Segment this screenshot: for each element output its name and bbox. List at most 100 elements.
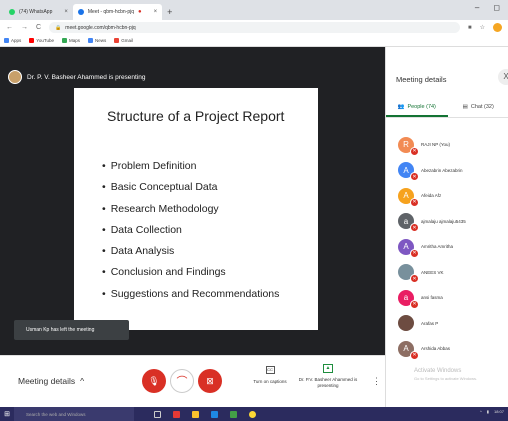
maps-icon <box>61 38 67 43</box>
list-item[interactable]: a ✕ ansi fasma <box>386 285 508 311</box>
mic-muted-icon: ✕ <box>410 248 419 258</box>
lock-icon: 🔒 <box>55 24 62 31</box>
browser-tab-bar: (74) WhatsApp × Meet - qbm-hcbn-pjq ● × … <box>0 0 508 20</box>
profile-avatar[interactable] <box>493 23 502 32</box>
participant-name: ajmalaju ajmalaju5435 <box>421 218 466 224</box>
list-item[interactable]: A ✕ Afeida Afz <box>386 183 508 209</box>
url-input[interactable]: 🔒 meet.google.com/qbm-hcbn-pjq <box>49 22 460 33</box>
chat-icon: ▤ <box>462 104 468 110</box>
tray-chevron-icon[interactable]: ^ <box>480 409 482 414</box>
list-item[interactable]: ✕ ANEES VK <box>386 260 508 286</box>
close-tab-icon[interactable]: × <box>64 9 68 15</box>
star-icon[interactable]: ☆ <box>480 24 485 31</box>
mic-muted-icon: ✕ <box>410 274 419 284</box>
network-icon[interactable]: ▮ <box>487 409 489 414</box>
window-controls: – ◻ <box>475 3 500 12</box>
people-icon: 👥 <box>397 104 405 110</box>
taskbar-apps <box>154 410 256 418</box>
tab-label: Meet - qbm-hcbn-pjq <box>87 9 135 15</box>
tab-people-label: People (74) <box>407 104 436 110</box>
mic-toggle-button[interactable]: 🎙 <box>142 369 166 393</box>
tab-chat[interactable]: ▤ Chat (32) <box>448 104 508 117</box>
recording-icon: ● <box>138 9 142 15</box>
avatar: ✕ <box>398 264 419 284</box>
mic-muted-icon: ✕ <box>410 197 419 207</box>
restore-button[interactable]: ◻ <box>493 3 500 12</box>
bullet-item: Suggestions and Recommendations <box>102 284 280 305</box>
new-tab-button[interactable]: + <box>162 4 177 20</box>
tab-meet[interactable]: Meet - qbm-hcbn-pjq ● × <box>72 4 163 20</box>
bullet-item: Basic Conceptual Data <box>102 177 279 198</box>
presentation-stage: Dr. P. V. Basheer Ahammed is presenting … <box>0 47 385 355</box>
gmail-icon <box>114 38 120 43</box>
camera-indicator-icon[interactable]: ■ <box>468 25 472 31</box>
participant-name: ANEES VK <box>421 269 444 275</box>
task-view-icon[interactable] <box>154 410 161 418</box>
minimize-button[interactable]: – <box>475 3 479 12</box>
tab-people[interactable]: 👥 People (74) <box>386 104 448 117</box>
present-button[interactable]: ▲ Dr. P.V. Basheer Ahammed is presenting <box>297 364 359 389</box>
shared-slide: Structure of a Project Report Problem De… <box>74 88 318 330</box>
mic-muted-icon: ✕ <box>410 146 419 156</box>
edge-icon[interactable] <box>211 410 218 418</box>
whatsapp-icon <box>9 9 15 15</box>
captions-label: Turn on captions <box>253 379 287 384</box>
apps-icon <box>4 38 9 43</box>
presenter-header: Dr. P. V. Basheer Ahammed is presenting <box>8 70 146 84</box>
mic-off-icon: 🎙 <box>148 375 160 386</box>
chrome-icon[interactable] <box>249 410 256 418</box>
present-label: Dr. P.V. Basheer Ahammed is presenting <box>298 377 358 388</box>
participant-name: RAJI NP (You) <box>421 142 451 148</box>
meeting-details-label: Meeting details <box>18 376 76 386</box>
camera-toggle-button[interactable]: ⊠ <box>198 369 222 393</box>
participant-name: Afeida Afz <box>421 193 442 199</box>
reload-button[interactable]: C <box>36 24 41 31</box>
panel-title: Meeting details <box>396 75 447 84</box>
bookmarks-bar: Apps YouTube Maps News Gmail <box>0 35 508 47</box>
chevron-up-icon: ^ <box>80 376 85 386</box>
bullet-item: Data Analysis <box>102 241 279 262</box>
bookmark-youtube[interactable]: YouTube <box>29 38 54 43</box>
bookmark-maps[interactable]: Maps <box>61 38 80 43</box>
tab-label: (74) WhatsApp <box>19 9 53 15</box>
participant-name: Arafas P <box>421 320 439 326</box>
windows-start-icon[interactable]: ⊞ <box>0 407 14 421</box>
forward-button[interactable]: → <box>21 24 28 31</box>
bookmark-news[interactable]: News <box>87 38 106 43</box>
present-screen-icon: ▲ <box>323 364 333 373</box>
mic-muted-icon: ✕ <box>410 223 419 233</box>
participant-name: Abezabrin Abezabrin <box>421 167 463 173</box>
bullet-item: Data Collection <box>102 220 279 241</box>
youtube-icon <box>29 38 35 43</box>
list-item[interactable]: A ✕ Amritha Amritha <box>386 234 508 260</box>
meet-icon <box>77 9 84 15</box>
list-item[interactable]: A ✕ Arshida Abbas <box>386 336 508 362</box>
tab-whatsapp[interactable]: (74) WhatsApp × <box>4 4 73 20</box>
clock[interactable]: 18:07 <box>494 409 504 414</box>
list-item[interactable]: a ✕ ajmalaju ajmalaju5435 <box>386 209 508 235</box>
avatar: A ✕ <box>398 340 419 360</box>
back-button[interactable]: ← <box>6 24 13 31</box>
slide-title: Structure of a Project Report <box>107 108 285 124</box>
close-tab-icon[interactable]: × <box>154 9 158 15</box>
presenter-avatar <box>8 70 22 84</box>
taskbar-search[interactable]: Search the web and Windows <box>14 407 134 421</box>
store-icon[interactable] <box>230 410 237 418</box>
bookmark-gmail[interactable]: Gmail <box>114 38 133 43</box>
close-panel-button[interactable]: X <box>498 69 508 85</box>
file-explorer-icon[interactable] <box>192 410 199 418</box>
list-item[interactable]: Arafas P <box>386 311 508 337</box>
mic-muted-icon: ✕ <box>410 299 419 309</box>
captions-icon: CC <box>265 366 275 374</box>
list-item[interactable]: R ✕ RAJI NP (You) <box>386 132 508 158</box>
call-end-icon: ⌒ <box>176 376 188 388</box>
more-options-icon[interactable]: ⋮ <box>372 376 381 387</box>
leave-call-button[interactable]: ⌒ <box>170 369 194 393</box>
meeting-details-button[interactable]: Meeting details ^ <box>18 376 84 386</box>
avatar: a ✕ <box>398 213 419 233</box>
list-item[interactable]: A ✕ Abezabrin Abezabrin <box>386 158 508 184</box>
bookmark-apps[interactable]: Apps <box>4 38 21 43</box>
panel-tabs: 👥 People (74) ▤ Chat (32) <box>386 104 508 118</box>
pdf-app-icon[interactable] <box>173 410 180 418</box>
captions-button[interactable]: CC Turn on captions <box>248 366 292 384</box>
